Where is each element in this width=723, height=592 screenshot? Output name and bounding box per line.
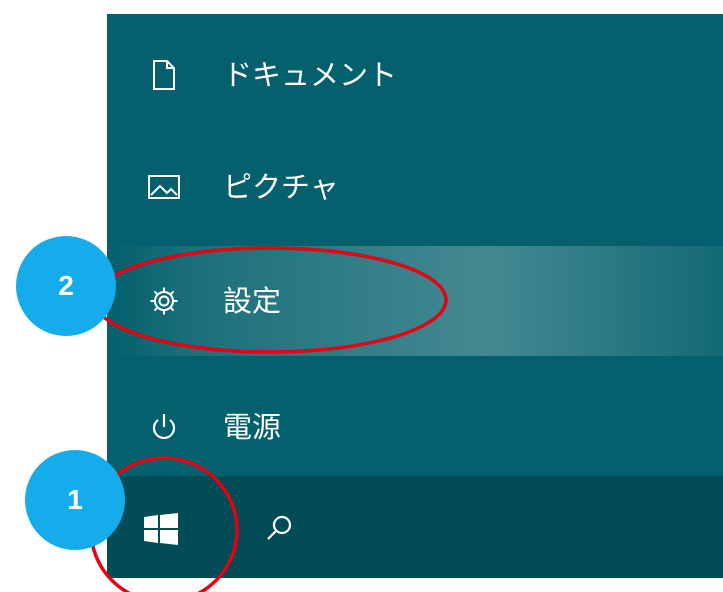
power-icon <box>147 410 181 444</box>
search-button[interactable] <box>259 508 299 548</box>
windows-logo-icon <box>144 513 178 545</box>
start-menu: ドキュメント ピクチャ 設定 電源 <box>107 14 723 476</box>
start-button[interactable] <box>141 512 181 546</box>
settings-label: 設定 <box>223 284 282 318</box>
search-icon <box>267 515 292 540</box>
step-badge-2: 2 <box>16 236 116 336</box>
start-menu-item-power[interactable]: 電源 <box>107 364 723 474</box>
power-label: 電源 <box>223 410 282 444</box>
pictures-icon <box>147 170 181 204</box>
start-menu-item-documents[interactable]: ドキュメント <box>107 20 723 130</box>
gear-icon <box>147 284 181 318</box>
start-menu-item-settings[interactable]: 設定 <box>107 246 723 356</box>
documents-label: ドキュメント <box>223 58 398 92</box>
pictures-label: ピクチャ <box>223 170 339 204</box>
taskbar <box>107 476 723 578</box>
step-badge-1: 1 <box>25 450 125 550</box>
start-menu-item-pictures[interactable]: ピクチャ <box>107 132 723 242</box>
screenshot: ドキュメント ピクチャ 設定 電源 2 1 <box>0 0 723 592</box>
document-icon <box>147 58 181 92</box>
